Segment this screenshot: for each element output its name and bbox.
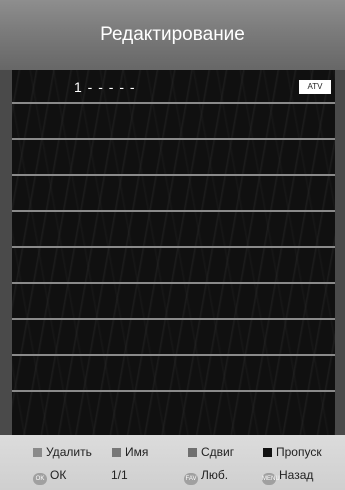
channel-row-empty[interactable] (12, 358, 335, 392)
skip-action[interactable]: Пропуск (263, 445, 322, 459)
channel-row[interactable]: 1 - - - - - ATV (12, 70, 335, 104)
menu-button-icon: MENU (262, 473, 280, 485)
channel-row-empty[interactable] (12, 322, 335, 356)
right-frame (335, 70, 345, 435)
favorite-action[interactable]: FAV Люб. (184, 468, 228, 485)
red-key-icon (33, 448, 42, 457)
channel-row-empty[interactable] (12, 214, 335, 248)
footer-legend: Удалить Имя Сдвиг Пропуск OK ОК 1/1 FAV Лю… (0, 435, 345, 490)
yellow-key-icon (188, 448, 197, 457)
green-key-icon (112, 448, 121, 457)
move-label: Сдвиг (201, 445, 235, 459)
ok-action[interactable]: OK ОК (33, 468, 66, 485)
name-label: Имя (125, 445, 149, 459)
blue-key-icon (263, 448, 272, 457)
channel-row-empty[interactable] (12, 106, 335, 140)
channel-edit-screen: Редактирование 1 - - - - - ATV Удалить И… (0, 0, 345, 490)
channel-type-badge: ATV (299, 80, 331, 94)
channel-list: 1 - - - - - ATV (12, 70, 335, 435)
channel-row-empty[interactable] (12, 250, 335, 284)
skip-label: Пропуск (276, 445, 322, 459)
back-action[interactable]: MENUНазад (262, 468, 313, 485)
ok-label: ОК (50, 468, 67, 482)
ok-button-icon: OK (33, 473, 47, 485)
left-frame (0, 70, 12, 435)
channel-row-empty[interactable] (12, 286, 335, 320)
back-label: Назад (279, 468, 314, 482)
channel-row-empty[interactable] (12, 394, 335, 428)
channel-label: 1 - - - - - (74, 79, 136, 95)
channel-row-empty[interactable] (12, 142, 335, 176)
fav-button-icon: FAV (184, 473, 198, 485)
page-indicator: 1/1 (111, 468, 128, 482)
header-bar: Редактирование (0, 0, 345, 70)
favorite-label: Люб. (201, 468, 229, 482)
name-action[interactable]: Имя (112, 445, 148, 459)
page-title: Редактирование (100, 24, 245, 45)
delete-action[interactable]: Удалить (33, 445, 92, 459)
move-action[interactable]: Сдвиг (188, 445, 234, 459)
delete-label: Удалить (46, 445, 92, 459)
channel-row-empty[interactable] (12, 178, 335, 212)
